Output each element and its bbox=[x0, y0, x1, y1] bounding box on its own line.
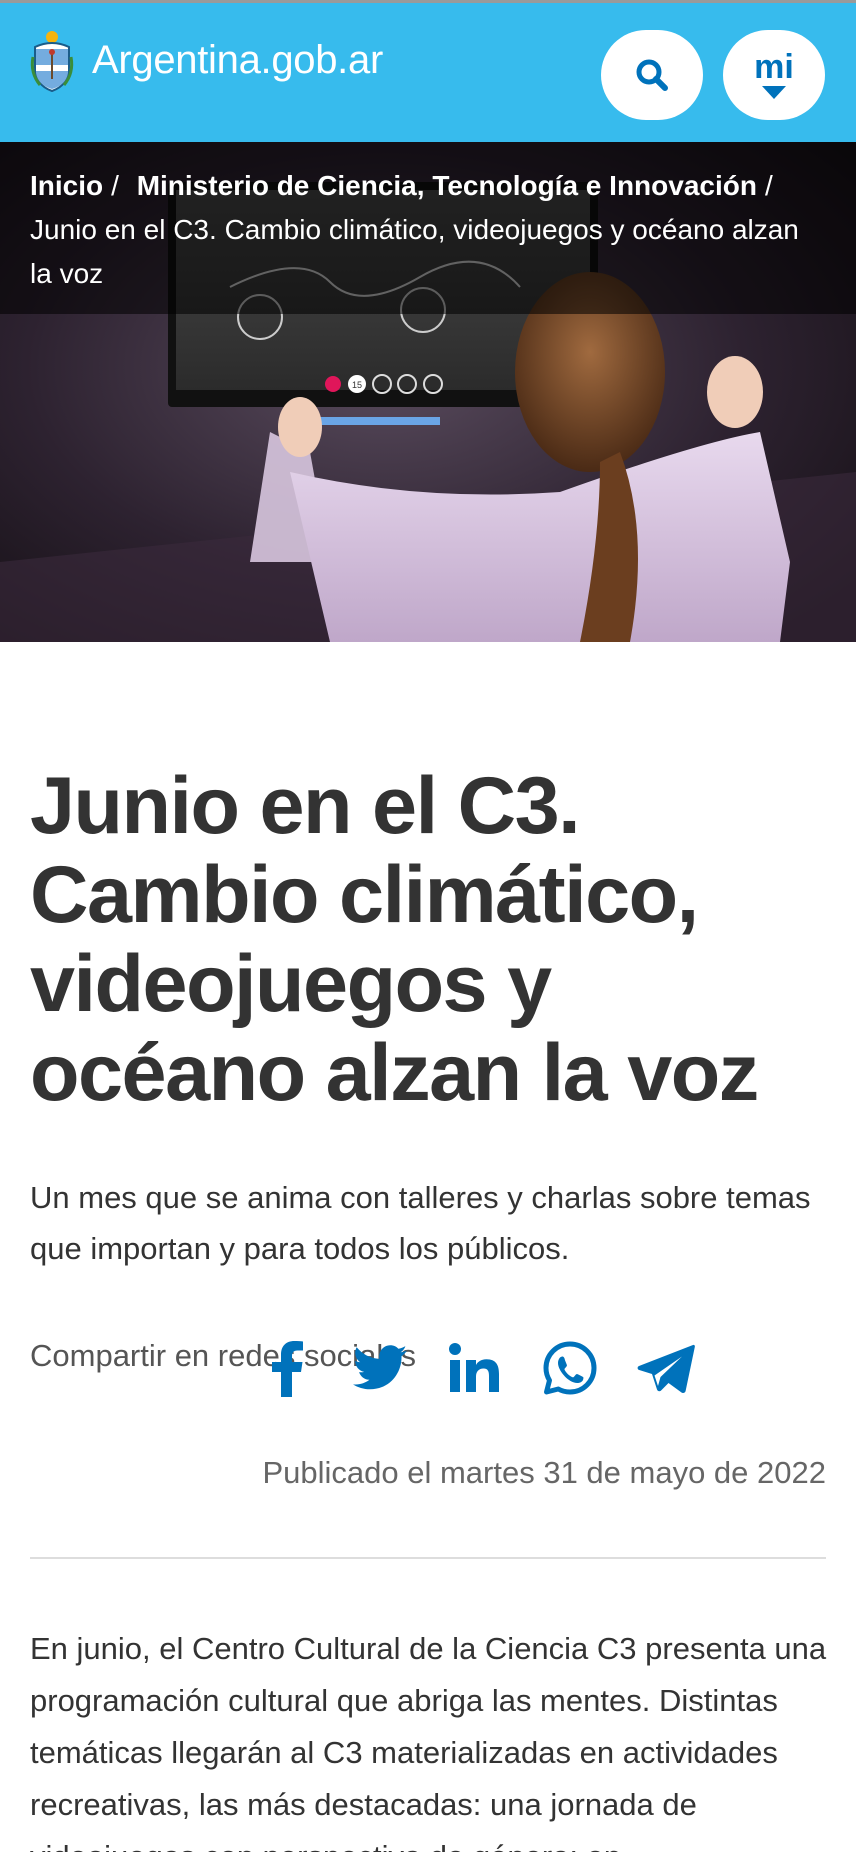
search-icon bbox=[636, 59, 668, 91]
share-linkedin-button[interactable] bbox=[442, 1336, 506, 1400]
screen-counter: 15 bbox=[352, 380, 362, 390]
share-facebook-button[interactable] bbox=[254, 1336, 318, 1400]
site-name: Argentina.gob.ar bbox=[92, 37, 383, 82]
breadcrumb-separator: / bbox=[111, 170, 119, 201]
whatsapp-icon bbox=[543, 1341, 597, 1395]
linkedin-icon bbox=[449, 1343, 499, 1392]
chevron-down-icon bbox=[762, 85, 786, 99]
mi-label: mi bbox=[754, 47, 794, 86]
breadcrumb-current: Junio en el C3. Cambio climático, videoj… bbox=[30, 214, 799, 289]
published-date: Publicado el martes 31 de mayo de 2022 bbox=[262, 1455, 826, 1490]
breadcrumb-link-inicio[interactable]: Inicio bbox=[30, 170, 103, 201]
top-navbar: Argentina.gob.ar mi bbox=[0, 0, 856, 142]
search-button[interactable] bbox=[601, 30, 703, 120]
breadcrumb-separator: / bbox=[764, 170, 773, 201]
article-lead: Un mes que se anima con talleres y charl… bbox=[30, 1180, 811, 1266]
share-whatsapp-button[interactable] bbox=[538, 1336, 602, 1400]
breadcrumb-link-ministerio[interactable]: Ministerio de Ciencia, Tecnología e Inno… bbox=[137, 170, 757, 201]
facebook-icon bbox=[272, 1341, 303, 1397]
share-twitter-button[interactable] bbox=[348, 1336, 412, 1400]
site-brand[interactable]: Argentina.gob.ar bbox=[28, 27, 383, 93]
page-title: Junio en el C3. Cambio climático, videoj… bbox=[30, 761, 759, 1118]
hero-image: 15 Inicio / Ministerio de Ciencia, Tecnol… bbox=[0, 142, 856, 642]
divider bbox=[30, 1557, 826, 1559]
mi-argentina-button[interactable]: mi bbox=[723, 30, 825, 120]
breadcrumb: Inicio / Ministerio de Ciencia, Tecnologí… bbox=[0, 142, 856, 314]
article-body: En junio, el Centro Cultural de la Cienc… bbox=[30, 1631, 827, 1852]
telegram-icon bbox=[637, 1344, 695, 1394]
share-telegram-button[interactable] bbox=[634, 1336, 698, 1400]
twitter-icon bbox=[353, 1345, 407, 1390]
coat-of-arms-logo bbox=[30, 31, 74, 93]
